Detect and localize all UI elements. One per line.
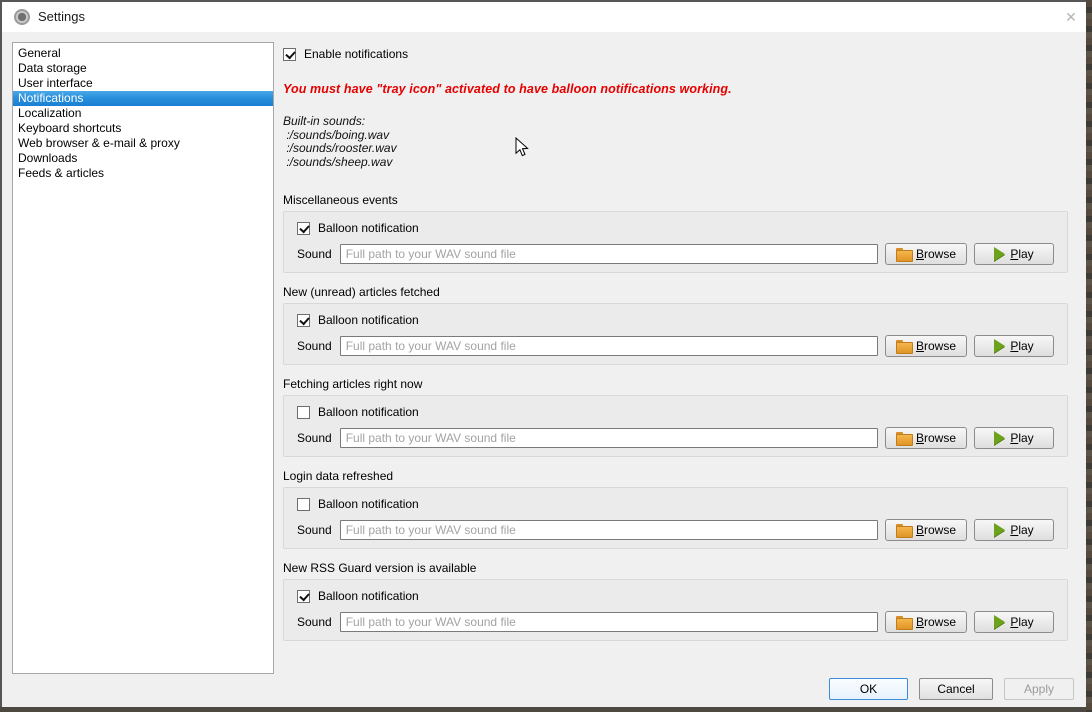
settings-category-list: General Data storage User interface Noti… [12, 42, 274, 674]
section-new-version-available: New RSS Guard version is available Ballo… [283, 561, 1068, 641]
dialog-footer: OK Cancel Apply [829, 678, 1074, 700]
builtin-sound-path: :/sounds/sheep.wav [283, 156, 1068, 170]
sound-path-input[interactable] [340, 428, 878, 448]
sound-label: Sound [297, 247, 332, 261]
sound-label: Sound [297, 431, 332, 445]
folder-icon [896, 432, 911, 444]
enable-notifications-label: Enable notifications [304, 47, 408, 61]
folder-icon [896, 340, 911, 352]
settings-dialog: Settings ✕ General Data storage User int… [0, 0, 1086, 707]
play-icon [994, 523, 1005, 537]
play-button[interactable]: Play [974, 611, 1054, 633]
sound-path-input[interactable] [340, 612, 878, 632]
sidebar-item-downloads[interactable]: Downloads [13, 151, 273, 166]
section-title: Miscellaneous events [283, 193, 1068, 207]
play-icon [994, 615, 1005, 629]
notification-groupbox: Balloon notification Sound Browse Play [283, 303, 1068, 365]
enable-notifications-checkbox[interactable] [283, 48, 296, 61]
sound-path-input[interactable] [340, 244, 878, 264]
balloon-notification-label: Balloon notification [318, 497, 419, 511]
sound-label: Sound [297, 615, 332, 629]
play-button-label: Play [1010, 523, 1033, 537]
section-new-articles-fetched: New (unread) articles fetched Balloon no… [283, 285, 1068, 365]
notification-groupbox: Balloon notification Sound Browse Play [283, 579, 1068, 641]
sidebar-item-user-interface[interactable]: User interface [13, 76, 273, 91]
notification-groupbox: Balloon notification Sound Browse Play [283, 211, 1068, 273]
play-button-label: Play [1010, 431, 1033, 445]
sidebar-item-keyboard-shortcuts[interactable]: Keyboard shortcuts [13, 121, 273, 136]
play-button[interactable]: Play [974, 427, 1054, 449]
sound-path-input[interactable] [340, 336, 878, 356]
sidebar-item-web-browser[interactable]: Web browser & e-mail & proxy [13, 136, 273, 151]
titlebar: Settings ✕ [2, 2, 1086, 32]
browse-button-label: Browse [916, 247, 956, 261]
cancel-button[interactable]: Cancel [919, 678, 993, 700]
section-fetching-articles: Fetching articles right now Balloon noti… [283, 377, 1068, 457]
sidebar-item-localization[interactable]: Localization [13, 106, 273, 121]
play-button[interactable]: Play [974, 243, 1054, 265]
browse-button-label: Browse [916, 523, 956, 537]
tray-icon-warning-text: You must have "tray icon" activated to h… [283, 82, 1068, 96]
balloon-notification-label: Balloon notification [318, 589, 419, 603]
notifications-panel: Enable notifications You must have "tray… [283, 42, 1068, 653]
window-title: Settings [38, 9, 85, 24]
section-title: Login data refreshed [283, 469, 1068, 483]
notification-groupbox: Balloon notification Sound Browse Play [283, 395, 1068, 457]
notification-groupbox: Balloon notification Sound Browse Play [283, 487, 1068, 549]
balloon-notification-checkbox[interactable] [297, 498, 310, 511]
section-title: New (unread) articles fetched [283, 285, 1068, 299]
folder-icon [896, 616, 911, 628]
sidebar-item-data-storage[interactable]: Data storage [13, 61, 273, 76]
folder-icon [896, 524, 911, 536]
play-button[interactable]: Play [974, 519, 1054, 541]
sound-label: Sound [297, 523, 332, 537]
browse-button-label: Browse [916, 615, 956, 629]
play-icon [994, 339, 1005, 353]
play-button[interactable]: Play [974, 335, 1054, 357]
balloon-notification-label: Balloon notification [318, 405, 419, 419]
builtin-sounds-block: Built-in sounds: :/sounds/boing.wav :/so… [283, 115, 1068, 169]
ok-button[interactable]: OK [829, 678, 908, 700]
folder-icon [896, 248, 911, 260]
builtin-sounds-heading: Built-in sounds: [283, 115, 1068, 129]
section-miscellaneous-events: Miscellaneous events Balloon notificatio… [283, 193, 1068, 273]
play-button-label: Play [1010, 247, 1033, 261]
balloon-notification-label: Balloon notification [318, 313, 419, 327]
sound-path-input[interactable] [340, 520, 878, 540]
play-button-label: Play [1010, 615, 1033, 629]
builtin-sound-path: :/sounds/rooster.wav [283, 142, 1068, 156]
mouse-cursor-icon [515, 137, 529, 158]
balloon-notification-checkbox[interactable] [297, 590, 310, 603]
sidebar-item-notifications[interactable]: Notifications [13, 91, 273, 106]
browse-button[interactable]: Browse [885, 519, 967, 541]
builtin-sound-path: :/sounds/boing.wav [283, 129, 1068, 143]
close-icon[interactable]: ✕ [1060, 6, 1082, 28]
browse-button[interactable]: Browse [885, 427, 967, 449]
browse-button[interactable]: Browse [885, 335, 967, 357]
balloon-notification-checkbox[interactable] [297, 314, 310, 327]
balloon-notification-checkbox[interactable] [297, 222, 310, 235]
sidebar-item-feeds-articles[interactable]: Feeds & articles [13, 166, 273, 181]
section-title: Fetching articles right now [283, 377, 1068, 391]
sidebar-item-general[interactable]: General [13, 46, 273, 61]
balloon-notification-checkbox[interactable] [297, 406, 310, 419]
apply-button[interactable]: Apply [1004, 678, 1074, 700]
balloon-notification-label: Balloon notification [318, 221, 419, 235]
sound-label: Sound [297, 339, 332, 353]
browse-button-label: Browse [916, 339, 956, 353]
browse-button[interactable]: Browse [885, 611, 967, 633]
section-title: New RSS Guard version is available [283, 561, 1068, 575]
section-login-data-refreshed: Login data refreshed Balloon notificatio… [283, 469, 1068, 549]
settings-gear-icon [14, 9, 30, 25]
browse-button[interactable]: Browse [885, 243, 967, 265]
play-button-label: Play [1010, 339, 1033, 353]
play-icon [994, 247, 1005, 261]
browse-button-label: Browse [916, 431, 956, 445]
play-icon [994, 431, 1005, 445]
